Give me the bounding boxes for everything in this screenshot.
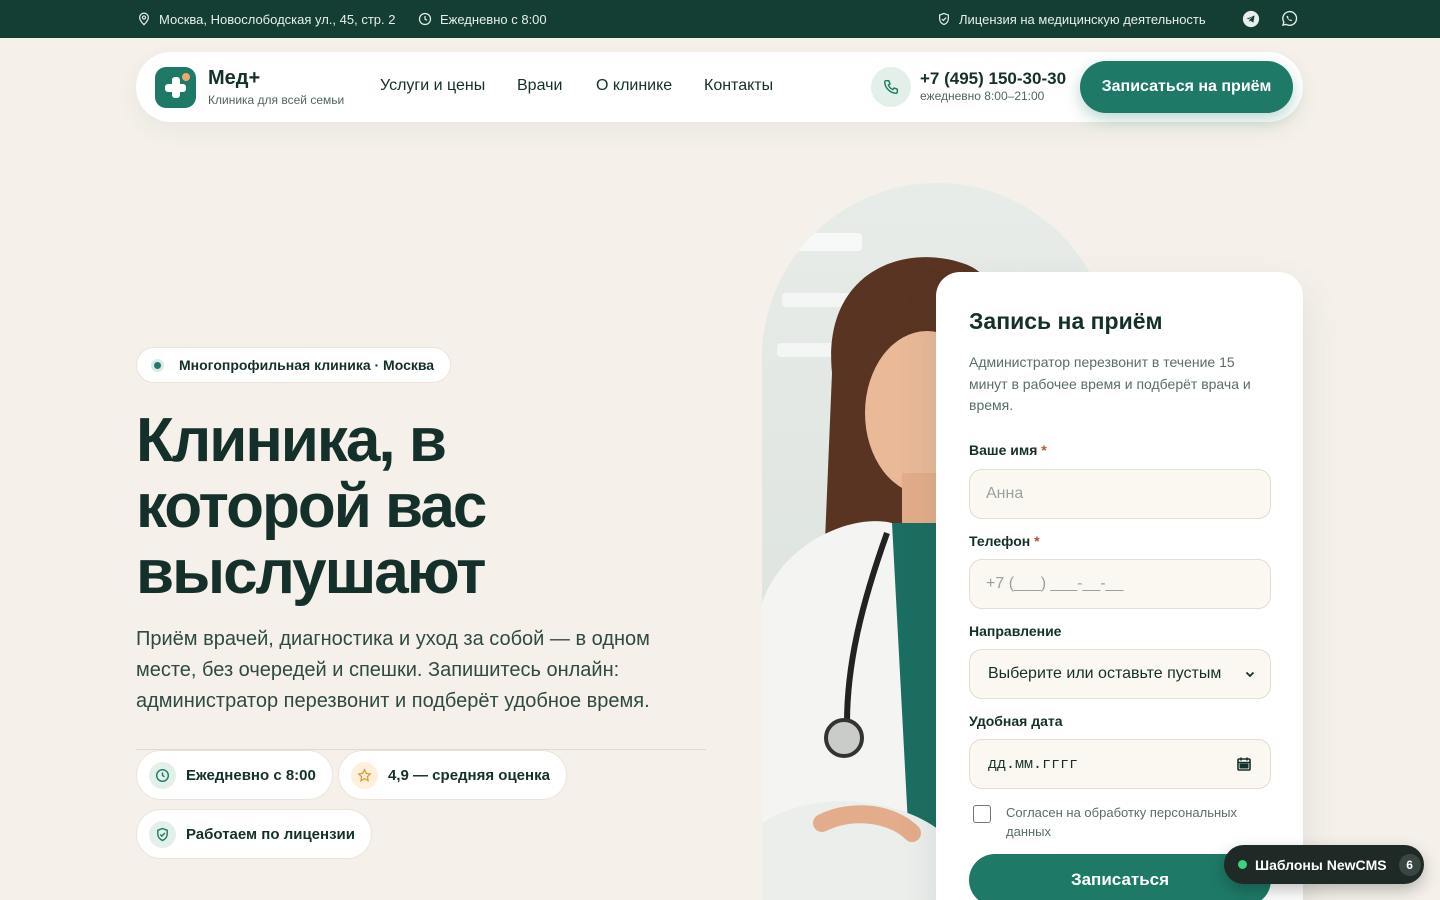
consent-checkbox[interactable] <box>973 805 991 823</box>
clock-icon <box>418 12 432 26</box>
hero-title-line: Клиника, в <box>136 406 447 475</box>
phone-icon-button[interactable] <box>871 67 911 107</box>
templates-widget[interactable]: Шаблоны NewCMS 6 <box>1224 845 1424 884</box>
feature-license-text: Работаем по лицензии <box>186 825 355 843</box>
consent-text-line: Согласен на обработку персональных <box>1006 805 1238 820</box>
address-text: Москва, Новослободская ул., 45, стр. 2 <box>159 11 396 27</box>
working-hours-text: Ежедневно с 8:00 <box>440 11 547 27</box>
telegram-link[interactable] <box>1241 9 1261 29</box>
phone-label: Телефон * <box>969 533 1040 549</box>
clock-icon <box>155 768 170 782</box>
nav-contacts[interactable]: Контакты <box>704 77 773 95</box>
hero-description-line: Приём врачей, диагностика и уход за собо… <box>136 628 650 650</box>
name-input[interactable] <box>969 469 1271 519</box>
address[interactable]: Москва, Новослободская ул., 45, стр. 2 <box>137 0 395 38</box>
badge-dot-icon <box>151 359 164 372</box>
feature-hours: Ежедневно с 8:00 <box>136 750 333 800</box>
hero-title: Клиника, в которой вас выслушают <box>136 408 656 606</box>
required-mark: * <box>1041 442 1047 458</box>
nav-doctors[interactable]: Врачи <box>517 77 562 95</box>
date-placeholder: дд.мм.гггг <box>988 755 1079 773</box>
hero-title-line: выслушают <box>136 538 487 607</box>
consent-text: Согласен на обработку персональных данны… <box>1006 803 1266 841</box>
feature-hours-text: Ежедневно с 8:00 <box>186 766 316 784</box>
direction-select[interactable]: Выберите или оставьте пустым <box>969 649 1271 699</box>
feature-license: Работаем по лицензии <box>136 809 372 859</box>
clinic-badge: Многопрофильная клиника · Москва <box>136 347 452 383</box>
working-hours: Ежедневно с 8:00 <box>418 0 547 38</box>
form-description-line: время. <box>969 397 1014 413</box>
nav-about[interactable]: О клинике <box>596 77 672 95</box>
date-input[interactable]: дд.мм.гггг <box>969 739 1271 789</box>
hero-title-line: которой вас <box>136 472 487 541</box>
whatsapp-link[interactable] <box>1279 9 1299 29</box>
direction-select-value: Выберите или оставьте пустым <box>988 665 1222 682</box>
star-icon <box>357 767 372 782</box>
required-mark: * <box>1034 533 1040 549</box>
clinic-badge-text: Многопрофильная клиника · Москва <box>179 357 435 373</box>
templates-count-badge: 6 <box>1398 853 1421 876</box>
logo-mark[interactable] <box>155 67 196 108</box>
form-title: Запись на приём <box>969 308 1163 334</box>
license-text: Лицензия на медицинскую деятельность <box>959 11 1206 27</box>
top-bar: Москва, Новослободская ул., 45, стр. 2 Е… <box>0 0 1440 38</box>
phone-hours: ежедневно 8:00–21:00 <box>920 89 1045 103</box>
logo-name[interactable]: Мед+ <box>208 67 260 90</box>
direction-label: Направление <box>969 623 1062 639</box>
phone-input[interactable] <box>969 559 1271 609</box>
shield-check-icon <box>157 827 168 841</box>
appointment-form: Запись на приём Администратор перезвонит… <box>936 272 1303 900</box>
shield-check-icon <box>939 12 949 26</box>
consent-text-line: данных <box>1006 824 1052 839</box>
telegram-icon <box>1242 10 1260 28</box>
status-dot-icon <box>1238 860 1247 869</box>
form-description-line: минут в рабочее время и подберёт врача и <box>969 375 1251 392</box>
hero-description-line: администратор перезвонит и подберёт удоб… <box>136 690 650 712</box>
calendar-icon[interactable] <box>1236 756 1252 772</box>
license-link[interactable]: Лицензия на медицинскую деятельность <box>937 0 1206 38</box>
site-header: Мед+ Клиника для всей семьи Услуги и цен… <box>136 52 1303 122</box>
chevron-down-icon <box>1245 671 1255 678</box>
phone-number[interactable]: +7 (495) 150-30-30 <box>920 69 1066 89</box>
feature-rating: 4,9 — средняя оценка <box>338 750 567 800</box>
book-appointment-button[interactable]: Записаться на приём <box>1080 61 1293 113</box>
form-description-line: Администратор перезвонит в течение 15 <box>969 354 1235 370</box>
phone-icon <box>883 79 899 95</box>
hero-description: Приём врачей, диагностика и уход за собо… <box>136 624 696 717</box>
location-pin-icon <box>139 12 149 26</box>
name-label: Ваше имя * <box>969 442 1047 458</box>
date-label: Удобная дата <box>969 713 1063 729</box>
hero-description-line: месте, без очередей и спешки. Запишитесь… <box>136 659 620 681</box>
templates-widget-label: Шаблоны NewCMS <box>1255 856 1387 873</box>
nav-services[interactable]: Услуги и цены <box>380 77 485 95</box>
form-description: Администратор перезвонит в течение 15 ми… <box>969 352 1279 417</box>
whatsapp-icon <box>1282 10 1298 27</box>
logo-tagline: Клиника для всей семьи <box>208 93 345 107</box>
feature-rating-text: 4,9 — средняя оценка <box>388 766 550 784</box>
